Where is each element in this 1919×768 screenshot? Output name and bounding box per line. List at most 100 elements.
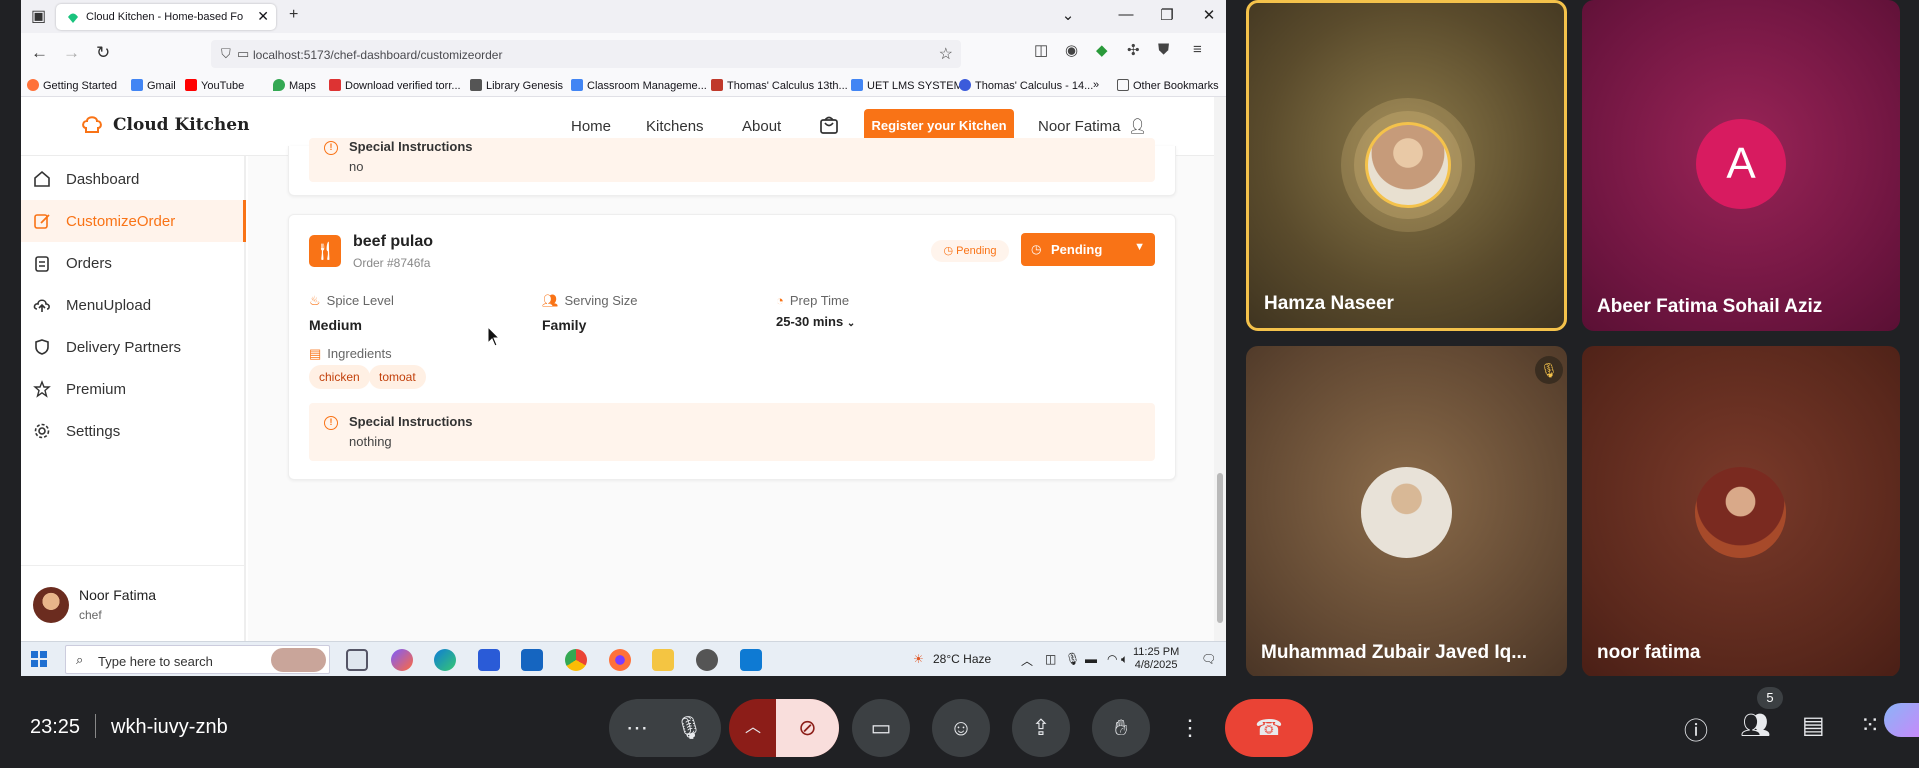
task-view-icon[interactable] [346,649,368,671]
battery-icon[interactable]: ▬ [1085,652,1097,666]
bookmark-item[interactable]: Gmail [131,79,176,92]
notifications-icon[interactable]: 🗨︎ [1201,652,1216,666]
back-icon[interactable]: ← [31,43,48,63]
restore-icon[interactable]: ❐ [1152,6,1182,24]
meeting-info-icon[interactable]: ⓘ [1684,711,1708,746]
captions-button[interactable]: ▭ [852,699,910,757]
extension-icon[interactable]: ◆ [1096,41,1108,59]
camera-icon[interactable]: ◫ [1045,652,1056,666]
browser-tab[interactable]: Cloud Kitchen - Home-based Fo ✕ [56,4,276,30]
bookmark-item[interactable]: UET LMS SYSTEM [851,79,963,92]
participant-tile[interactable]: A Abeer Fatima Sohail Aziz [1582,0,1900,331]
url-bar[interactable]: ⛉ ▭ localhost:5173/chef-dashboard/custom… [211,40,961,68]
bookmark-item[interactable]: Library Genesis [470,79,563,92]
prep-time-select[interactable]: 25-30 mins ⌄ [776,314,855,329]
sidebar-item-delivery-partners[interactable]: Delivery Partners [21,326,246,368]
bookmark-item[interactable]: Other Bookmarks [1117,79,1219,92]
user-icon[interactable]: 👤︎ [1128,117,1147,135]
brand-name[interactable]: Cloud Kitchen [113,115,249,135]
gemini-icon[interactable] [1884,703,1919,737]
more-bookmarks-icon[interactable]: » [1093,79,1099,91]
extensions-icon[interactable]: ✣ [1127,41,1140,59]
prep-time-field: ◔ Prep Time 25-30 mins ⌄ [776,293,855,329]
end-call-button[interactable]: ☎ [1225,699,1313,757]
bookmark-item[interactable]: Getting Started [27,79,117,92]
maps-icon [273,79,285,91]
mail-icon[interactable] [521,649,543,671]
scrollbar-thumb[interactable] [1217,473,1223,623]
chat-icon[interactable]: ▤ [1802,711,1825,740]
sidebar-item-orders[interactable]: Orders [21,242,246,284]
account-icon[interactable]: ◉ [1065,41,1078,59]
vscode-icon[interactable] [740,649,762,671]
clock-date: 4/8/2025 [1134,659,1178,671]
bookmark-item[interactable]: Thomas' Calculus 13th... [711,79,848,92]
sidebar-item-customizeorder[interactable]: CustomizeOrder [21,200,246,242]
bookmark-item[interactable]: Classroom Manageme... [571,79,707,92]
vpn-icon[interactable]: ⛊ [1158,41,1169,58]
bookmark-item[interactable]: Maps [273,79,316,92]
speaker-icon[interactable]: 🔈︎ [1121,652,1128,667]
sidebar-item-premium[interactable]: Premium [21,368,246,410]
sidebar-item-dashboard[interactable]: Dashboard [21,158,246,200]
people-icon[interactable]: 👥︎ [1740,711,1770,740]
minimize-icon[interactable]: — [1111,6,1141,23]
upload-icon [33,299,50,312]
more-options-button[interactable]: ⋮ [1172,699,1208,757]
nav-home-link[interactable]: Home [571,118,611,135]
new-tab-icon[interactable]: + [289,6,298,24]
activities-icon[interactable]: ⁙ [1860,711,1880,740]
firefox-icon[interactable] [609,649,631,671]
page-info-icon[interactable]: ▭ [237,46,249,62]
microphone-icon[interactable]: 🎙︎ [1065,652,1080,666]
bookmark-star-icon[interactable]: ☆ [939,44,953,64]
participant-tile[interactable]: 🎙︎ Muhammad Zubair Javed Iq... [1246,346,1567,677]
tab-overview-icon[interactable]: ▣ [31,6,46,26]
audio-options-icon[interactable]: ⋯ [626,699,648,757]
participant-name: Muhammad Zubair Javed Iq... [1261,642,1528,663]
bookmark-item[interactable]: Thomas' Calculus - 14... [959,79,1093,92]
store-icon[interactable] [478,649,500,671]
raise-hand-button[interactable]: ✋︎ [1092,699,1150,757]
bookmark-item[interactable]: YouTube [185,79,244,92]
menu-icon[interactable]: ≡ [1193,41,1202,58]
flame-icon: ♨ [309,293,321,308]
bookmark-item[interactable]: Download verified torr... [329,79,461,92]
edge-icon[interactable] [434,649,456,671]
nav-kitchens-link[interactable]: Kitchens [646,118,704,135]
participant-tile[interactable]: noor fatima [1582,346,1900,677]
sidebar-item-menuupload[interactable]: MenuUpload [21,284,246,326]
pocket-icon[interactable]: ◫ [1034,41,1048,59]
nav-about-link[interactable]: About [742,118,781,135]
tab-list-icon[interactable]: ⌄ [1053,6,1083,24]
sidebar-profile[interactable]: Noor Fatima chef [21,565,246,641]
copilot-icon[interactable] [391,649,413,671]
home-icon [34,170,50,187]
page-scrollbar[interactable] [1214,97,1226,641]
windows-start-icon[interactable] [31,651,47,667]
taskbar-search-input[interactable]: ⌕ Type here to search [65,645,330,674]
settings-gear-icon[interactable] [696,649,718,671]
shield-icon[interactable]: ⛉ [221,46,231,62]
close-tab-icon[interactable]: ✕ [257,8,269,25]
meeting-code[interactable]: wkh-iuvy-znb [111,716,228,739]
user-menu[interactable]: Noor Fatima [1038,118,1121,135]
participant-tile[interactable]: Hamza Naseer [1246,0,1567,331]
status-dropdown[interactable]: ◷ Pending ▼ [1021,233,1155,266]
emoji-button[interactable]: ☺ [932,699,990,757]
microphone-button[interactable]: 🎙︎ [675,699,703,757]
tray-overflow-icon[interactable]: ︿ [1021,652,1033,669]
cart-icon[interactable] [818,114,840,136]
weather-text[interactable]: 28°C Haze [933,652,991,666]
close-window-icon[interactable]: ✕ [1194,6,1224,24]
camera-off-button[interactable]: ⊘ [776,699,839,757]
chrome-icon[interactable] [565,649,587,671]
reload-icon[interactable]: ↻ [96,43,110,63]
wifi-icon[interactable]: ◠ [1107,652,1117,666]
taskbar-clock[interactable]: 11:25 PM 4/8/2025 [1133,646,1179,672]
present-button[interactable]: ⇪ [1012,699,1070,757]
file-explorer-icon[interactable] [652,649,674,671]
video-options-icon[interactable]: ︿ [745,699,761,757]
sidebar-item-settings[interactable]: Settings [21,410,246,452]
forward-icon[interactable]: → [63,43,80,63]
